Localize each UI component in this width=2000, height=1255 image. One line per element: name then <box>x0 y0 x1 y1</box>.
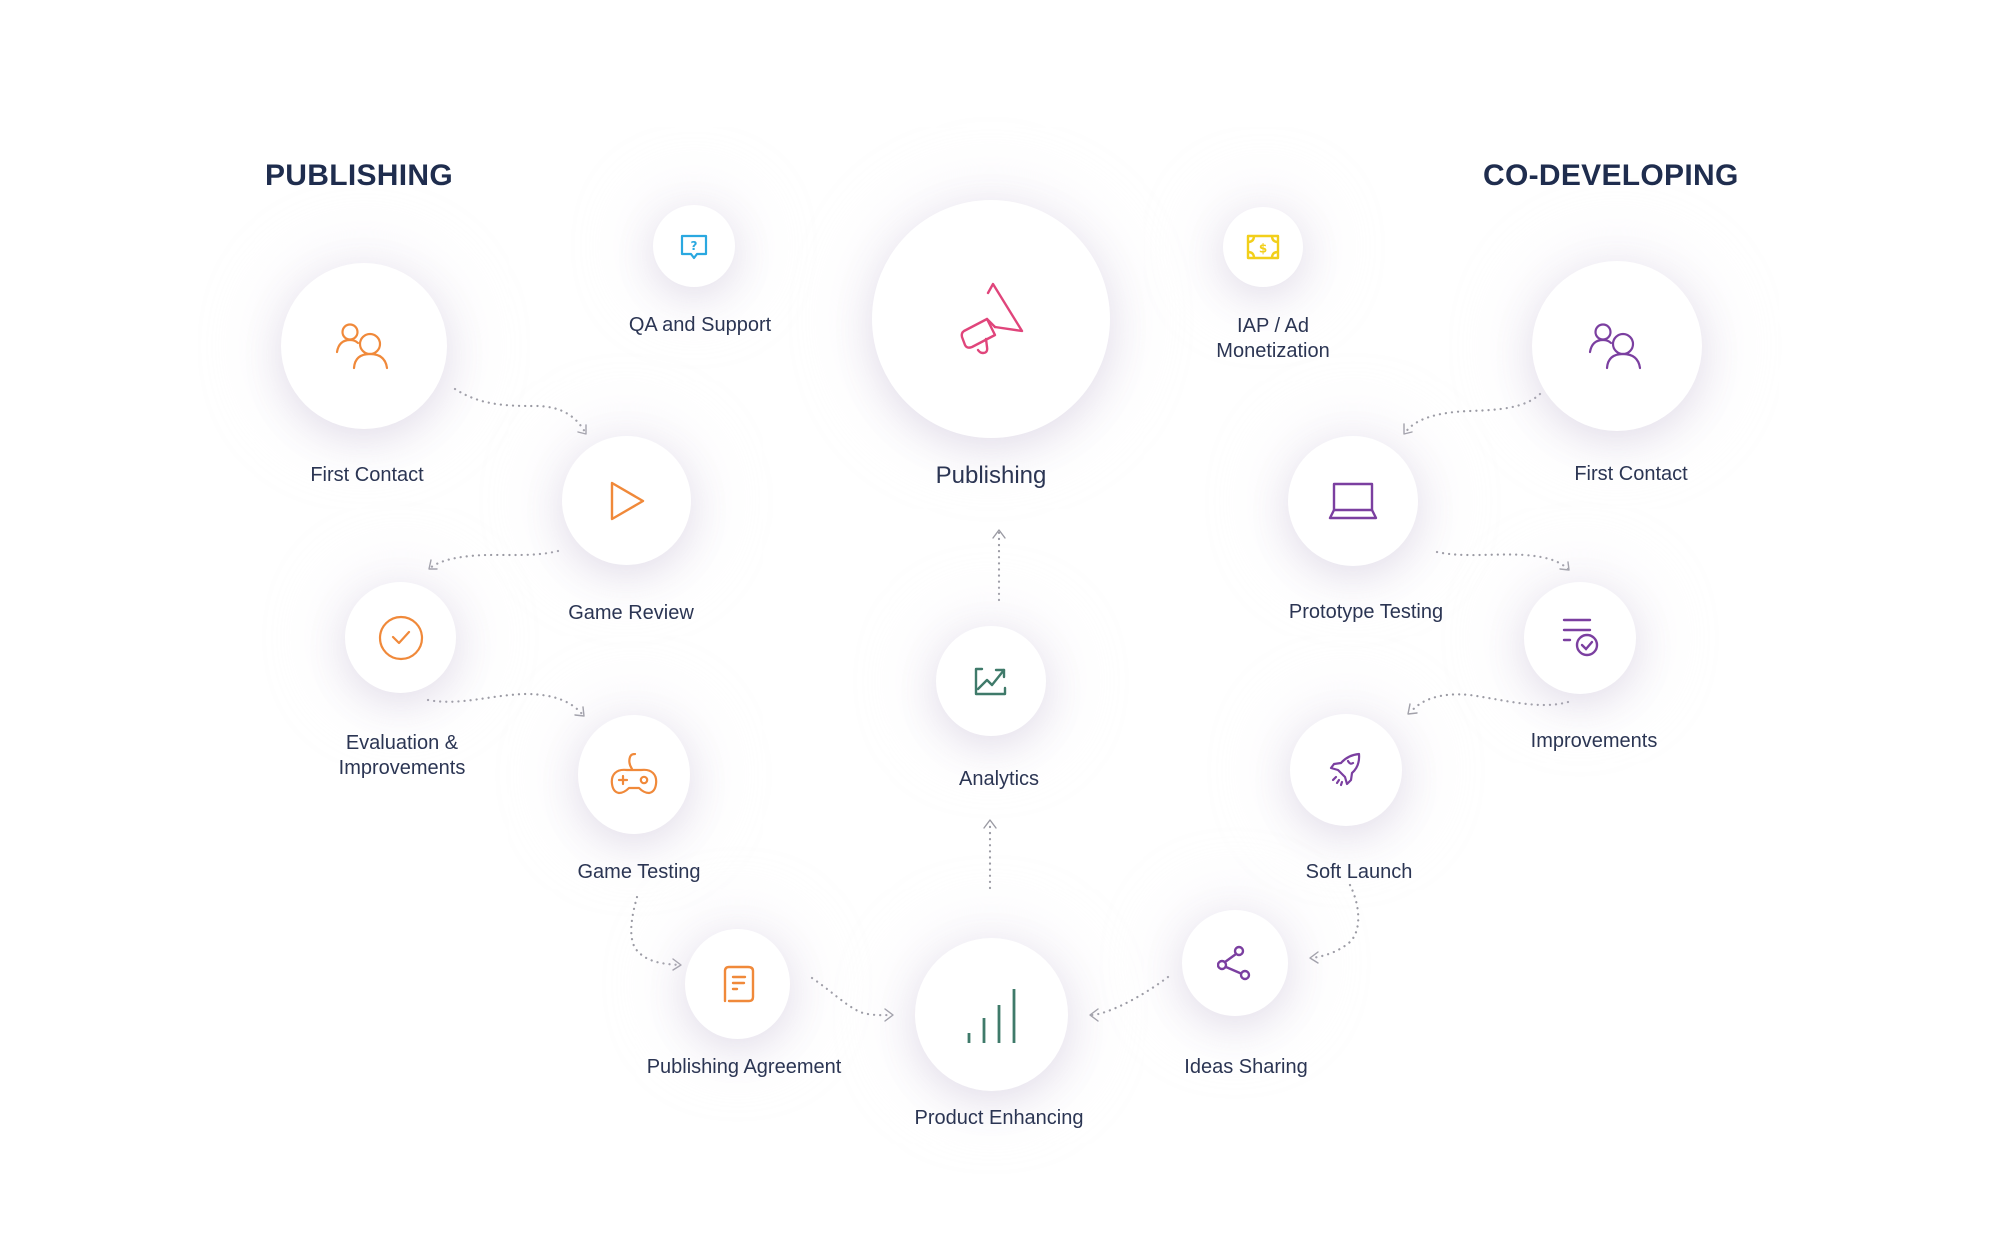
iap-label-line1: IAP / Ad <box>1237 315 1309 337</box>
arrow-product-enhancing-to-analytics <box>983 819 997 890</box>
pub-agreement-label: Publishing Agreement <box>646 1056 842 1078</box>
arrow-soft-launch-to-ideas <box>1309 883 1360 964</box>
arrow-ideas-to-product-enhancing <box>1088 975 1170 1022</box>
arrow-evaluation-to-game-testing <box>426 692 585 717</box>
product-enhancing-node[interactable] <box>915 938 1068 1091</box>
arrow-game-review-to-evaluation <box>428 549 560 570</box>
arrow-game-testing-to-agreement <box>630 895 682 971</box>
co-developing-heading: CO-DEVELOPING <box>1483 159 1739 192</box>
users-icon <box>335 323 389 370</box>
publishing-label: Publishing <box>935 462 1047 489</box>
codev-ideas-sharing-node[interactable] <box>1182 910 1288 1016</box>
codev-soft-launch-node[interactable] <box>1290 714 1402 826</box>
codev-first-contact-node[interactable] <box>1532 261 1702 431</box>
pub-evaluation-label-line2: Improvements <box>338 757 466 779</box>
publishing-heading: PUBLISHING <box>265 159 454 192</box>
codev-prototype-label: Prototype Testing <box>1288 601 1444 623</box>
pub-game-review-label: Game Review <box>568 602 694 624</box>
codev-prototype-node[interactable] <box>1288 436 1418 566</box>
qa-support-node[interactable]: ? <box>653 205 735 287</box>
codev-soft-launch-label: Soft Launch <box>1305 861 1413 883</box>
check-circle-icon <box>378 615 423 660</box>
pub-evaluation-label-line1: Evaluation & <box>345 732 459 754</box>
arrow-first-contact-to-game-review <box>453 387 587 435</box>
arrow-improvements-to-soft-launch <box>1407 693 1570 715</box>
arrow-cofirst-contact-to-prototype <box>1403 392 1542 435</box>
signal-bars-icon <box>967 988 1015 1043</box>
svg-text:$: $ <box>1259 242 1267 256</box>
laptop-icon <box>1328 482 1378 520</box>
document-icon <box>723 965 754 1003</box>
analytics-label: Analytics <box>958 768 1040 790</box>
qa-support-label: QA and Support <box>628 314 772 336</box>
play-icon <box>610 481 644 520</box>
gamepad-icon <box>610 752 658 794</box>
codev-improvements-node[interactable] <box>1524 582 1636 694</box>
iap-label-line2: Monetization <box>1216 340 1330 362</box>
users-icon <box>1588 323 1642 370</box>
share-icon <box>1217 945 1251 981</box>
iap-monetization-node[interactable]: $ <box>1223 207 1303 287</box>
megaphone-icon <box>960 282 1024 355</box>
arrow-analytics-to-publishing <box>992 529 1006 602</box>
publishing-node[interactable] <box>872 200 1110 438</box>
pub-agreement-node[interactable] <box>685 929 790 1039</box>
product-enhancing-label: Product Enhancing <box>914 1107 1084 1129</box>
pub-game-testing-label: Game Testing <box>577 861 701 883</box>
rocket-icon <box>1329 752 1361 787</box>
arrow-prototype-to-improvements <box>1435 550 1570 571</box>
pub-first-contact-node[interactable] <box>281 263 447 429</box>
pub-game-review-node[interactable] <box>562 436 691 565</box>
question-chat-icon: ? <box>680 234 708 260</box>
arrow-agreement-to-product-enhancing <box>810 976 894 1022</box>
pub-evaluation-node[interactable] <box>345 582 456 693</box>
trend-chart-icon <box>974 667 1007 696</box>
list-check-icon <box>1562 618 1599 657</box>
pub-first-contact-label: First Contact <box>310 464 424 486</box>
pub-evaluation-label: Evaluation & Improvements <box>339 731 466 781</box>
codev-first-contact-label: First Contact <box>1574 463 1688 485</box>
pub-game-testing-node[interactable] <box>578 715 690 834</box>
iap-monetization-label: IAP / Ad Monetization <box>1216 314 1329 364</box>
money-bill-icon: $ <box>1246 234 1280 260</box>
svg-text:?: ? <box>691 239 698 253</box>
codev-improvements-label: Improvements <box>1530 730 1658 752</box>
analytics-node[interactable] <box>936 626 1046 736</box>
codev-ideas-sharing-label: Ideas Sharing <box>1184 1056 1308 1078</box>
